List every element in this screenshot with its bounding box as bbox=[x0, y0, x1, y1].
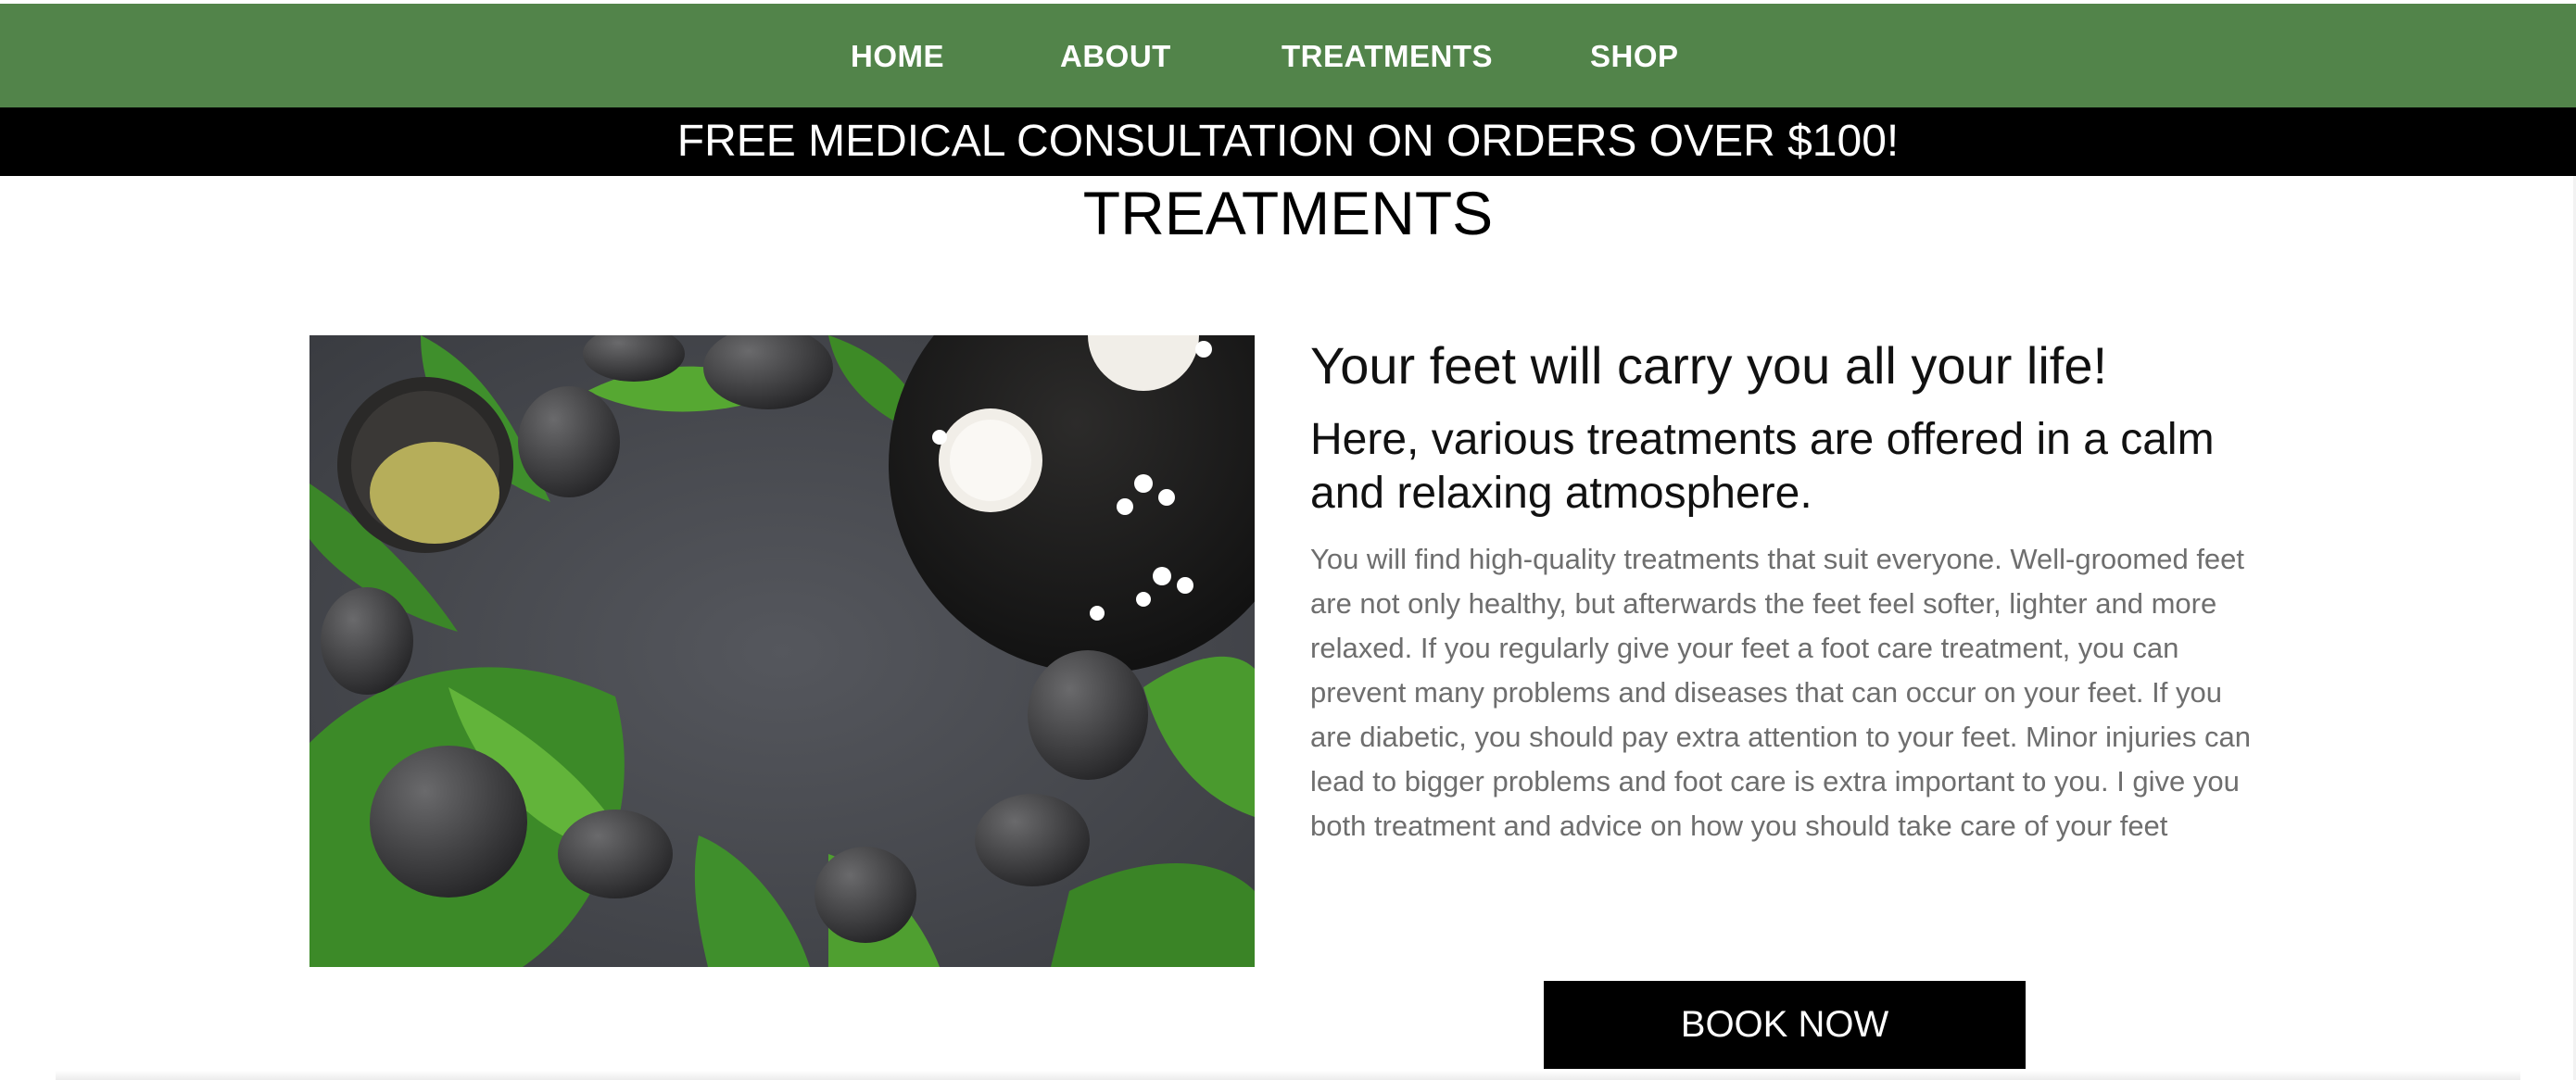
spa-stones-illustration bbox=[309, 335, 1255, 967]
main-navbar: HOME ABOUT TREATMENTS SHOP bbox=[0, 4, 2576, 107]
book-now-button[interactable]: BOOK NOW bbox=[1544, 981, 2026, 1069]
footer-shadow bbox=[56, 1071, 2520, 1080]
nav-shop[interactable]: SHOP bbox=[1590, 39, 1679, 74]
page-title: TREATMENTS bbox=[1082, 179, 1494, 247]
nav-home[interactable]: HOME bbox=[851, 39, 944, 74]
promo-banner: FREE MEDICAL CONSULTATION ON ORDERS OVER… bbox=[0, 107, 2576, 176]
content-heading: Your feet will carry you all your life! bbox=[1310, 336, 2108, 395]
content-subheading: Here, various treatments are offered in … bbox=[1310, 415, 2215, 518]
nav-about[interactable]: ABOUT bbox=[1060, 39, 1171, 74]
hero-image bbox=[309, 335, 1255, 967]
content-body: You will find high-quality treatments th… bbox=[1310, 543, 2251, 842]
nav-treatments[interactable]: TREATMENTS bbox=[1282, 39, 1493, 74]
